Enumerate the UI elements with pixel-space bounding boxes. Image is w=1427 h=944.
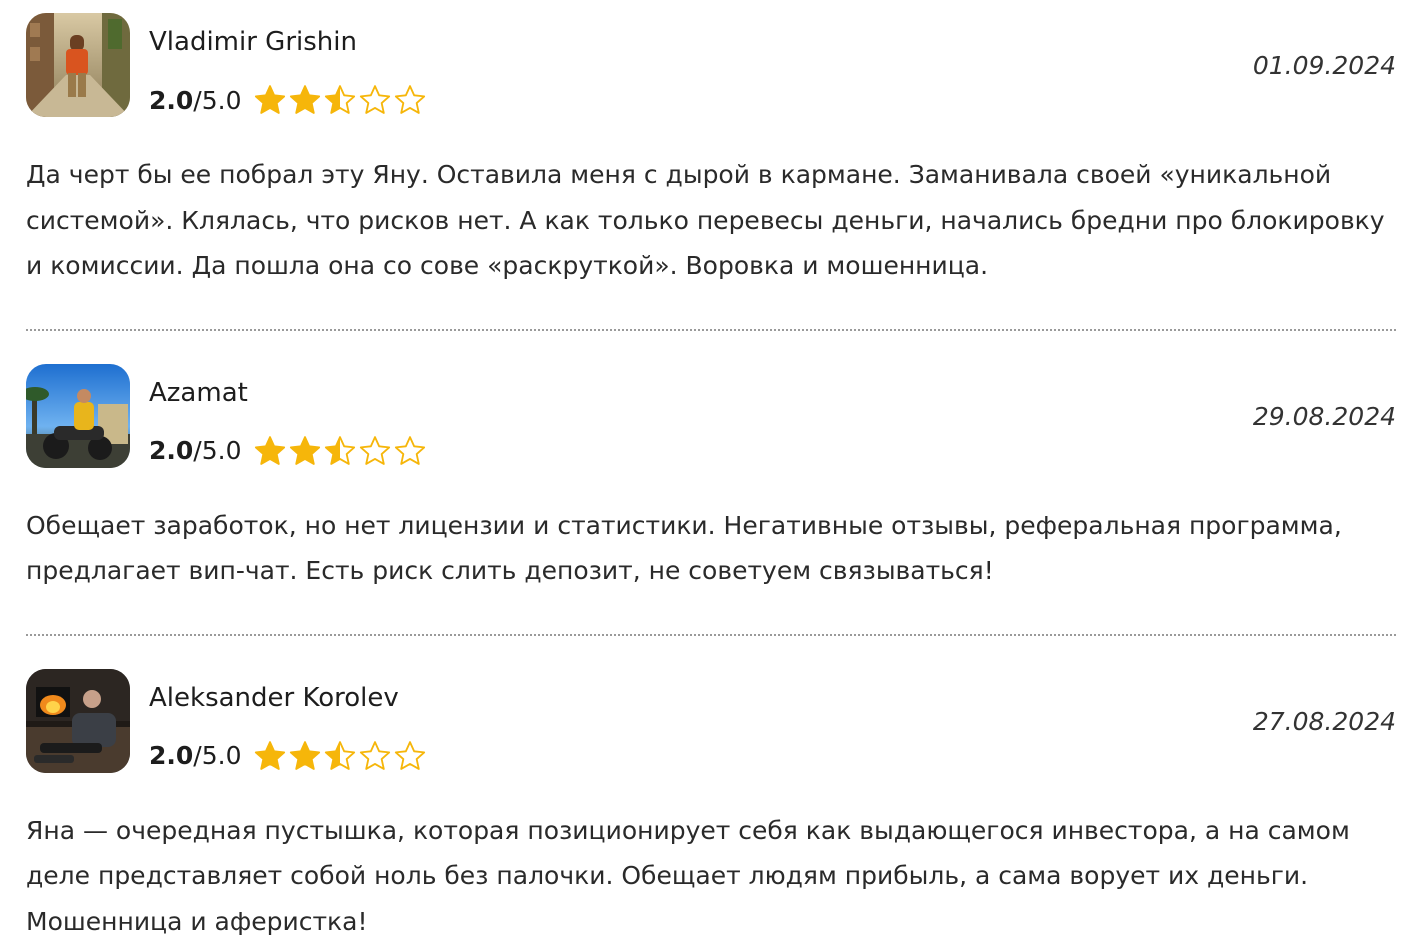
rating: 2.0/5.0 xyxy=(149,432,428,470)
review-date: 01.09.2024 xyxy=(1253,51,1396,80)
avatar-photo-street xyxy=(26,13,130,117)
rating-max: /5.0 xyxy=(193,741,241,770)
reviews-list: Vladimir Grishin 2.0/5.0 01.09.2024 Да ч… xyxy=(26,13,1396,944)
star-filled-icon xyxy=(253,83,287,117)
star-filled-icon xyxy=(288,739,322,773)
star-empty-icon xyxy=(393,739,427,773)
rating-max: /5.0 xyxy=(193,86,241,115)
review-header: Vladimir Grishin 2.0/5.0 01.09.2024 xyxy=(26,13,1396,117)
rating-score: 2.0 xyxy=(149,436,193,465)
author-name[interactable]: Vladimir Grishin xyxy=(149,25,357,59)
review-date: 29.08.2024 xyxy=(1253,402,1396,431)
rating: 2.0/5.0 xyxy=(149,81,428,119)
star-filled-icon xyxy=(253,434,287,468)
review-header: Azamat 2.0/5.0 29.08.2024 xyxy=(26,364,1396,468)
star-rating xyxy=(253,83,428,117)
review-item: Vladimir Grishin 2.0/5.0 01.09.2024 Да ч… xyxy=(26,13,1396,289)
star-rating xyxy=(253,434,428,468)
rating-score: 2.0 xyxy=(149,86,193,115)
review-header: Aleksander Korolev 2.0/5.0 27.08.2024 xyxy=(26,669,1396,773)
avatar-photo-motorbike xyxy=(26,364,130,468)
review-date: 27.08.2024 xyxy=(1253,707,1396,736)
star-filled-icon xyxy=(288,434,322,468)
author-name[interactable]: Aleksander Korolev xyxy=(149,681,399,715)
avatar xyxy=(26,13,130,117)
author-name[interactable]: Azamat xyxy=(149,376,248,410)
review-text: Да черт бы ее побрал эту Яну. Оставила м… xyxy=(26,117,1396,289)
star-empty-icon xyxy=(393,434,427,468)
star-filled-icon xyxy=(288,83,322,117)
avatar-photo-fireplace xyxy=(26,669,130,773)
star-half-icon xyxy=(323,434,357,468)
rating: 2.0/5.0 xyxy=(149,737,428,775)
avatar xyxy=(26,364,130,468)
rating-max: /5.0 xyxy=(193,436,241,465)
star-half-icon xyxy=(323,83,357,117)
review-text: Обещает заработок, но нет лицензии и ста… xyxy=(26,468,1396,594)
avatar xyxy=(26,669,130,773)
star-half-icon xyxy=(323,739,357,773)
star-empty-icon xyxy=(358,739,392,773)
star-empty-icon xyxy=(358,434,392,468)
star-filled-icon xyxy=(253,739,287,773)
rating-score: 2.0 xyxy=(149,741,193,770)
star-empty-icon xyxy=(358,83,392,117)
review-text: Яна — очередная пустышка, которая позици… xyxy=(26,773,1396,944)
review-item: Aleksander Korolev 2.0/5.0 27.08.2024 Ян… xyxy=(26,669,1396,944)
review-item: Azamat 2.0/5.0 29.08.2024 Обещает зарабо… xyxy=(26,364,1396,594)
star-empty-icon xyxy=(393,83,427,117)
star-rating xyxy=(253,739,428,773)
